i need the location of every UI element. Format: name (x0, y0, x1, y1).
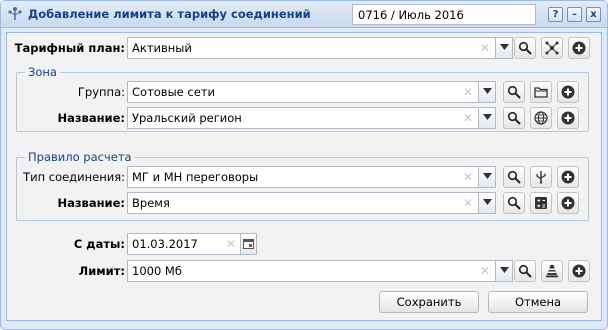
connection-type-usb-button[interactable] (530, 166, 552, 188)
close-button[interactable]: x (586, 7, 601, 22)
calculator-icon (535, 197, 547, 209)
plus-circle-icon (561, 111, 575, 125)
usb-icon (536, 171, 546, 184)
cancel-button[interactable]: Отмена (488, 291, 588, 313)
dropdown-trigger[interactable] (478, 82, 495, 102)
zone-name-search-button[interactable] (503, 107, 525, 129)
start-date-field[interactable]: 01.03.2017 ✕ (127, 233, 257, 255)
rule-name-calculator-button[interactable] (530, 192, 552, 214)
plus-circle-icon (561, 85, 575, 99)
clear-icon[interactable]: ✕ (461, 85, 475, 99)
tariff-plan-add-button[interactable] (568, 37, 590, 59)
network-icon (545, 41, 559, 55)
form-panel: Тарифный план: Активный ✕ Зона Группа: С… (6, 32, 602, 321)
tariff-plan-tree-button[interactable] (541, 37, 563, 59)
chevron-down-icon (482, 173, 492, 179)
limit-row: Лимит: 1000 Мб ✕ (7, 260, 597, 282)
minimize-button[interactable]: – (567, 7, 582, 22)
zone-group-add-button[interactable] (557, 81, 579, 103)
search-icon (507, 170, 521, 184)
calendar-icon (243, 239, 254, 249)
tariff-plan-row: Тарифный план: Активный ✕ (7, 37, 597, 59)
save-button[interactable]: Сохранить (379, 291, 479, 313)
clear-icon[interactable]: ✕ (224, 237, 238, 251)
tariff-plan-label: Тарифный план: (14, 41, 125, 55)
zone-name-globe-button[interactable] (530, 107, 552, 129)
limit-dialog: Добавление лимита к тарифу соединений 07… (0, 0, 608, 330)
chevron-down-icon (482, 88, 492, 94)
zone-group-row: Группа: Сотовые сети ✕ (7, 81, 597, 103)
rule-name-search-button[interactable] (503, 192, 525, 214)
connection-type-value: МГ и МН переговоры (132, 170, 259, 184)
chevron-down-icon (499, 267, 509, 273)
zone-name-add-button[interactable] (557, 107, 579, 129)
zone-group-search-button[interactable] (503, 81, 525, 103)
rule-name-value: Время (132, 196, 170, 210)
search-icon (507, 85, 521, 99)
limit-search-button[interactable] (514, 260, 536, 282)
chevron-down-icon (482, 114, 492, 120)
clear-icon[interactable]: ✕ (478, 264, 492, 278)
zone-legend: Зона (25, 65, 60, 79)
cone-icon (546, 265, 558, 278)
clear-icon[interactable]: ✕ (461, 111, 475, 125)
zone-name-combo[interactable]: Уральский регион ✕ (127, 107, 496, 129)
rule-name-row: Название: Время ✕ (7, 192, 597, 214)
plus-circle-icon (572, 264, 586, 278)
plus-circle-icon (561, 170, 575, 184)
zone-name-label: Название: (57, 111, 125, 125)
date-picker-trigger[interactable] (240, 234, 256, 254)
zone-group-label: Группа: (77, 85, 125, 99)
dialog-title: Добавление лимита к тарифу соединений (28, 7, 311, 21)
search-icon (518, 264, 532, 278)
plus-circle-icon (561, 196, 575, 210)
rule-name-combo[interactable]: Время ✕ (127, 192, 496, 214)
start-date-row: С даты: 01.03.2017 ✕ (7, 233, 597, 255)
clear-icon[interactable]: ✕ (478, 41, 492, 55)
dropdown-trigger[interactable] (495, 261, 512, 281)
limit-label: Лимит: (78, 264, 125, 278)
rule-name-label: Название: (57, 196, 125, 210)
zone-name-row: Название: Уральский регион ✕ (7, 107, 597, 129)
rule-type-row: Тип соединения: МГ и МН переговоры ✕ (7, 166, 597, 188)
dropdown-trigger[interactable] (495, 38, 512, 58)
dropdown-trigger[interactable] (478, 193, 495, 213)
dropdown-trigger[interactable] (478, 108, 495, 128)
limit-add-button[interactable] (568, 260, 590, 282)
connection-type-combo[interactable]: МГ и МН переговоры ✕ (127, 166, 496, 188)
tariff-plan-search-button[interactable] (514, 37, 536, 59)
zone-group-combo[interactable]: Сотовые сети ✕ (127, 81, 496, 103)
search-icon (518, 41, 532, 55)
connection-type-label: Тип соединения: (23, 170, 125, 184)
zone-group-value: Сотовые сети (132, 85, 215, 99)
start-date-label: С даты: (73, 237, 125, 251)
limit-cone-button[interactable] (541, 260, 563, 282)
limit-value: 1000 Мб (132, 264, 182, 278)
search-icon (507, 111, 521, 125)
dropdown-trigger[interactable] (478, 167, 495, 187)
start-date-value: 01.03.2017 (132, 237, 198, 251)
globe-icon (534, 111, 548, 125)
dialog-titlebar[interactable]: Добавление лимита к тарифу соединений 07… (1, 1, 607, 28)
rule-name-add-button[interactable] (557, 192, 579, 214)
help-button[interactable]: ? (548, 7, 563, 22)
limit-combo[interactable]: 1000 Мб ✕ (127, 260, 513, 282)
zone-name-value: Уральский регион (132, 111, 242, 125)
connection-type-search-button[interactable] (503, 166, 525, 188)
network-icon (8, 7, 22, 20)
folder-icon (534, 87, 548, 98)
clear-icon[interactable]: ✕ (461, 170, 475, 184)
search-icon (507, 196, 521, 210)
clear-icon[interactable]: ✕ (461, 196, 475, 210)
connection-type-add-button[interactable] (557, 166, 579, 188)
period-indicator: 0716 / Июль 2016 (352, 4, 536, 25)
tariff-plan-value: Активный (132, 41, 192, 55)
rule-legend: Правило расчета (25, 150, 135, 164)
zone-group-folder-button[interactable] (530, 81, 552, 103)
chevron-down-icon (482, 199, 492, 205)
tariff-plan-combo[interactable]: Активный ✕ (127, 37, 513, 59)
plus-circle-icon (572, 41, 586, 55)
chevron-down-icon (499, 44, 509, 50)
